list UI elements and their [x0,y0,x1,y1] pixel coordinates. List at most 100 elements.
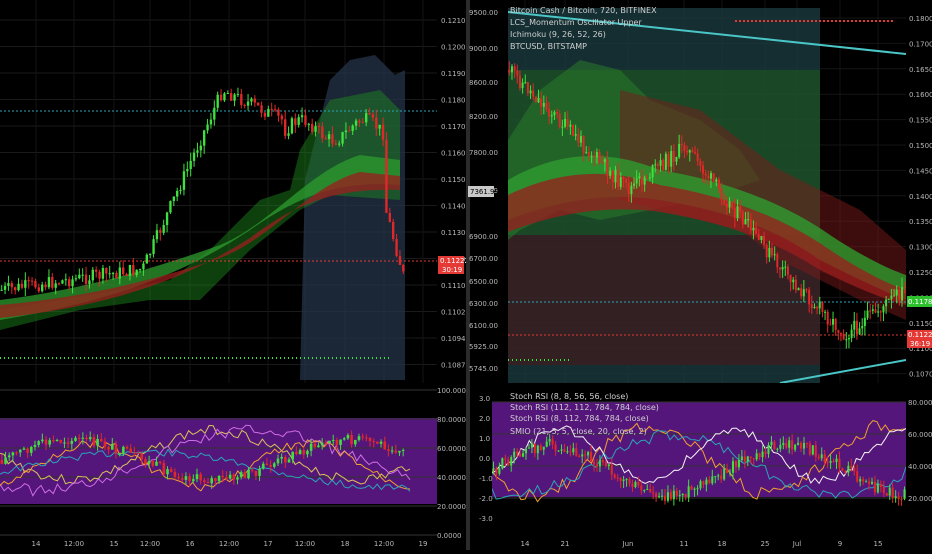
candle-body [863,317,866,326]
candle-body [17,283,20,291]
candle-body [368,113,371,115]
candle-body [7,283,10,286]
candle-body [327,134,331,140]
candle-body [649,488,652,493]
candle-body [351,125,354,131]
candle-body [839,332,842,334]
candle-body [522,453,525,457]
candle-body [149,253,152,255]
candle-body [593,155,596,158]
chart-canvas[interactable]: 0.12100 0.12000 0.11900 0.11800 0.11700 0.116… [0,0,932,550]
candle-body [666,492,669,501]
candle-body [518,75,521,88]
candle-body [658,496,661,498]
candle-body [808,443,811,455]
candle-body [501,458,504,469]
right-left-tick: 8200.00 [469,113,498,121]
candle-body [723,199,726,204]
candle-body [47,277,51,288]
candle-body [763,236,766,245]
candle-body [901,287,904,301]
right-right-tick: 0.18000 [909,15,932,23]
candle-body [741,211,744,225]
candle-body [236,477,239,480]
candle-body [375,117,378,129]
candle-body [572,448,575,453]
candle-body [339,439,342,445]
candle-body [662,160,665,170]
right-right-tick: 0.12500 [909,269,932,277]
candle-body [581,454,584,457]
candle-body [545,441,548,447]
candle-body [18,449,22,453]
left-price-tick: 0.12000 [441,44,470,52]
right-price-pane[interactable]: 9500.00 9000.00 8600.00 8200.00 7800.00 7361.… [468,0,932,383]
candle-body [350,435,353,445]
left-price-tick: 0.10870 [441,362,470,370]
left-oscillator-pane[interactable]: 100.0000 80.0000 60.0000 40.0000 20.0000 0.00… [0,387,470,540]
candle-body [789,274,792,283]
right-right-tick: 0.13000 [909,244,932,252]
candle-body [866,310,869,318]
candle-body [4,457,7,464]
candle-body [68,279,71,287]
left-price-pane[interactable]: 0.12100 0.12000 0.11900 0.11800 0.11700 0.116… [0,0,470,383]
candle-body [7,455,11,458]
candle-body [870,481,874,484]
candle-body [287,133,290,136]
candle-body [361,122,364,124]
candle-body [142,263,145,270]
left-price-tick: 0.11900 [441,70,470,78]
candle-body [331,134,334,144]
candle-body [155,230,159,240]
candle-body [791,440,794,450]
right-osc-right-tick: 40.0000 [908,463,932,471]
candle-body [633,183,636,186]
candle-body [686,151,689,153]
candle-body [545,102,548,110]
candle-body [853,320,856,330]
right-time-tick: Jun [622,540,634,548]
candle-body [290,118,294,134]
candle-body [731,201,734,208]
left-countdown: 30:19 [442,266,462,274]
candle-body [378,124,381,129]
candle-body [228,474,232,479]
candle-body [894,496,897,499]
candle-body [810,304,813,308]
candle-body [826,462,829,464]
right-right-tick: 0.15500 [909,117,932,125]
candle-body [230,92,233,101]
candle-body [265,463,269,466]
candle-body [388,212,391,222]
candle-body [226,92,229,94]
candle-body [885,492,888,496]
candle-body [891,487,894,499]
candle-body [835,458,838,462]
candle-body [814,445,817,457]
candle-body [829,324,832,326]
candle-body [372,441,375,443]
candle-body [188,476,191,482]
candle-body [585,152,588,154]
candle-body [643,177,646,185]
candle-body [239,472,243,478]
candle-body [853,467,856,472]
candle-body [818,302,821,309]
candle-body [184,476,188,480]
candle-body [696,488,699,490]
candle-body [646,177,649,179]
candle-body [800,288,803,297]
candle-body [37,287,40,292]
candle-body [492,468,495,470]
right-osc-legend: Stoch RSI (8, 8, 56, 56, close) Stoch RS… [510,392,659,436]
candle-body [354,120,358,126]
right-left-tick: 5745.00 [469,365,498,373]
candle-body [652,492,655,494]
candle-body [693,488,696,490]
candle-body [253,98,256,103]
candle-body [659,160,662,166]
right-oscillator-pane[interactable]: 3.0 2.0 1.0 0.0 -1.0 -2.0 -3.0 80.0000 60.0000 4… [479,392,932,523]
candle-body [558,113,561,128]
candle-body [792,279,795,283]
